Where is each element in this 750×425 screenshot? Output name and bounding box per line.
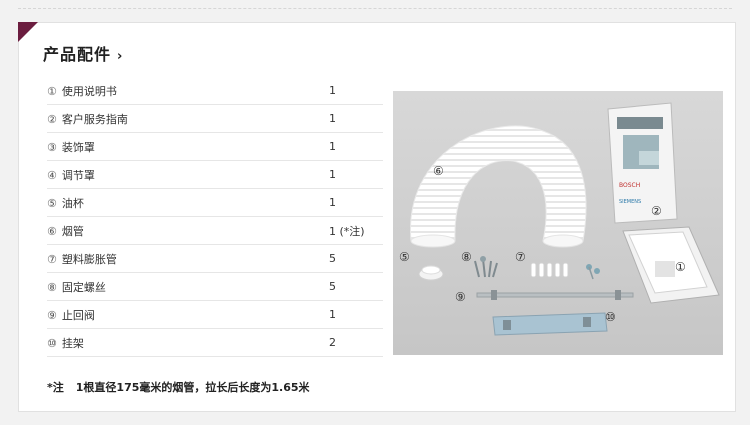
item-qty: 1 [329, 104, 383, 133]
item-name: 塑料膨胀管 [61, 252, 117, 266]
item-name: 挂架 [61, 336, 84, 350]
item-qty: 1 [329, 300, 383, 329]
item-name: 使用说明书 [61, 84, 117, 98]
item-qty: 1 (*注) [329, 216, 383, 245]
section-title: 产品配件 › [43, 41, 123, 65]
item-number: ⑧ [47, 280, 57, 294]
item-number: ⑨ [47, 308, 57, 322]
item-qty: 1 [329, 188, 383, 217]
item-name: 调节罩 [61, 168, 95, 182]
table-row: ⑧ 固定螺丝 5 [47, 272, 383, 301]
accessories-illustration: BOSCH SIEMENS ⑥ ② ① ⑤ ⑧ ⑦ ⑨ ⑩ [393, 91, 723, 355]
item-qty: 2 [329, 328, 383, 357]
item-number: ④ [47, 168, 57, 182]
booklet-brand-2: SIEMENS [619, 199, 641, 205]
accessories-photo: BOSCH SIEMENS ⑥ ② ① ⑤ ⑧ ⑦ ⑨ ⑩ [393, 91, 723, 355]
table-row: ⑥ 烟管 1 (*注) [47, 216, 383, 245]
table-row: ④ 调节罩 1 [47, 160, 383, 189]
item-name: 装饰罩 [61, 140, 95, 154]
table-row: ⑩ 挂架 2 [47, 328, 383, 357]
table-row: ⑤ 油杯 1 [47, 188, 383, 217]
booklet-brand: BOSCH [619, 182, 640, 189]
item-name: 固定螺丝 [61, 280, 106, 294]
accessories-card: 产品配件 › ① 使用说明书 1 ② 客户服务指南 1 ③ 装饰罩 1 ④ 调节罩 1 ⑤… [18, 22, 736, 412]
section-title-text: 产品配件 [43, 45, 112, 64]
item-number: ② [47, 112, 57, 126]
photo-label-6: ⑥ [433, 164, 444, 178]
corner-accent [18, 22, 38, 42]
photo-label-5: ⑤ [399, 250, 410, 264]
footnote-prefix: *注 [47, 381, 64, 394]
top-divider [18, 8, 732, 9]
photo-label-8: ⑧ [461, 250, 472, 264]
photo-label-10: ⑩ [605, 310, 616, 324]
wall-bracket-illustration [492, 312, 608, 336]
footnote-text: 1根直径175毫米的烟管，拉长后长度为1.65米 [75, 381, 310, 394]
item-number: ⑩ [47, 336, 57, 350]
item-name: 油杯 [61, 196, 84, 210]
oil-cup-illustration [418, 265, 444, 281]
chevron-right-icon: › [117, 49, 124, 64]
table-row: ⑦ 塑料膨胀管 5 [47, 244, 383, 273]
item-number: ⑦ [47, 252, 57, 266]
item-qty: 1 [329, 160, 383, 189]
item-number: ① [47, 84, 57, 98]
photo-label-2: ② [651, 204, 662, 218]
item-name: 止回阀 [61, 308, 95, 322]
table-row: ② 客户服务指南 1 [47, 104, 383, 133]
table-row: ⑨ 止回阀 1 [47, 300, 383, 329]
item-name: 客户服务指南 [61, 112, 128, 126]
parts-table: ① 使用说明书 1 ② 客户服务指南 1 ③ 装饰罩 1 ④ 调节罩 1 ⑤ 油杯 1 ⑥… [47, 77, 383, 357]
item-name: 烟管 [61, 224, 84, 238]
table-row: ① 使用说明书 1 [47, 77, 383, 105]
item-number: ⑥ [47, 224, 57, 238]
item-number: ③ [47, 140, 57, 154]
item-qty: 1 [329, 77, 383, 105]
footnote: *注 1根直径175毫米的烟管，拉长后长度为1.65米 [47, 379, 310, 395]
photo-label-9: ⑨ [455, 290, 466, 304]
item-qty: 5 [329, 272, 383, 301]
item-qty: 1 [329, 132, 383, 161]
manual-booklet-illustration: BOSCH SIEMENS [607, 102, 678, 224]
photo-label-7: ⑦ [515, 250, 526, 264]
item-number: ⑤ [47, 196, 57, 210]
item-qty: 5 [329, 244, 383, 273]
photo-label-1: ① [675, 260, 686, 274]
table-row: ③ 装饰罩 1 [47, 132, 383, 161]
